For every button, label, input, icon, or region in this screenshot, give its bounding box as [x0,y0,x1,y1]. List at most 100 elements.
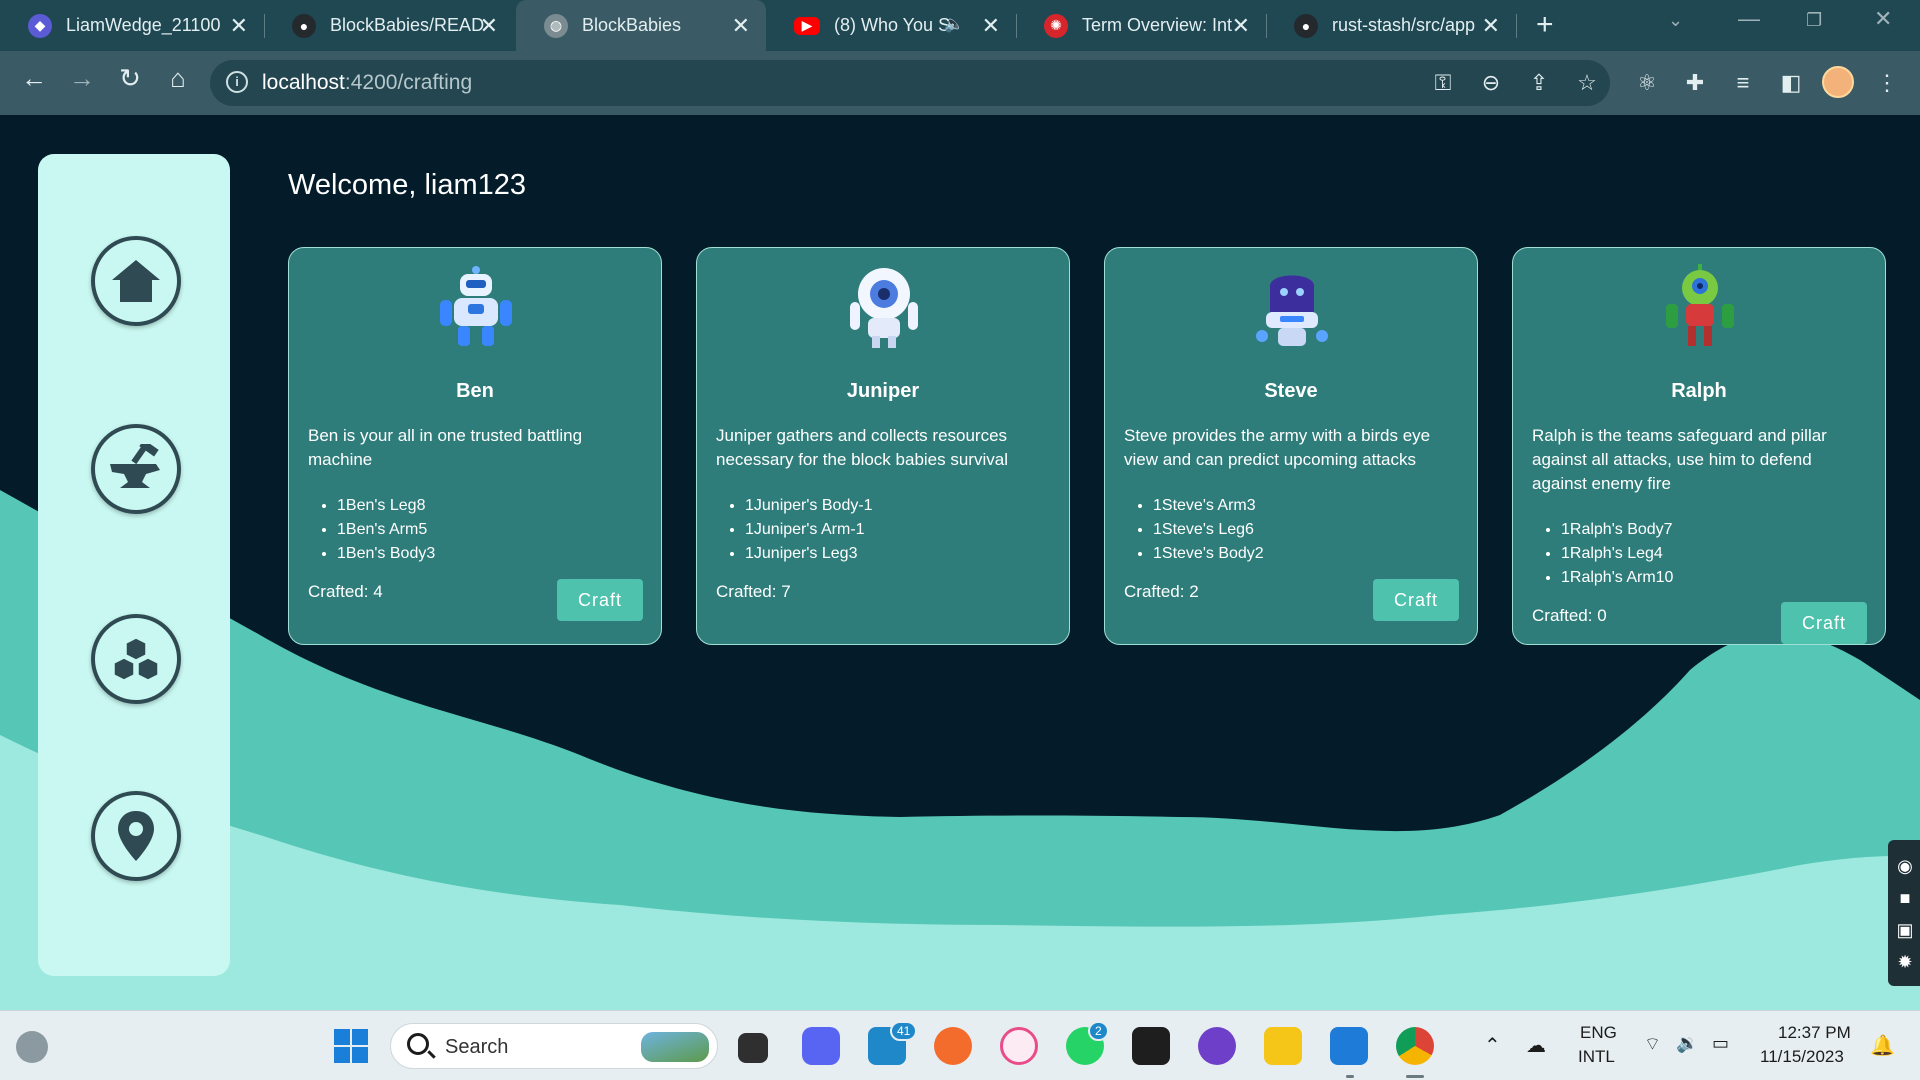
restore-button[interactable]: ❐ [1806,10,1822,31]
robot-card-juniper: Juniper Juniper gathers and collects res… [696,247,1070,645]
new-tab-button[interactable]: + [1536,8,1554,42]
language-top[interactable]: ENG [1580,1023,1617,1043]
address-bar[interactable]: i localhost:4200/crafting ⚿ ⊖ ⇪ ☆ [210,60,1610,106]
robot-description: Steve provides the army with a birds eye… [1124,426,1431,469]
camera-icon[interactable]: ◉ [1894,856,1916,878]
home-button[interactable]: ⌂ [158,63,198,94]
reload-button[interactable]: ↻ [110,63,150,94]
part-item: 1Steve's Arm3 [1153,494,1264,518]
key-icon[interactable]: ⚿ [1428,70,1458,96]
video-icon[interactable]: ■ [1894,888,1916,910]
github-icon: ● [1294,13,1318,38]
notification-icon[interactable]: 🔔 [1870,1033,1895,1058]
task-view-icon[interactable] [738,1033,768,1063]
taskbar-search[interactable]: Search [390,1023,718,1069]
github-icon: ● [292,13,316,38]
crafting-page: Welcome, liam123 Ben Ben is your all in … [0,115,1920,1010]
robot-description: Ben is your all in one trusted battling … [308,426,583,469]
part-item: 1Juniper's Body-1 [745,494,873,518]
clock-time[interactable]: 12:37 PM [1778,1023,1851,1043]
browser-tab[interactable]: ● rust-stash/src/app ✕ [1266,0,1516,51]
windows-taskbar: Search 41 2 ⌃ ☁ ENG INTL ⌔ 🔉 ▭ 12:37 PM … [0,1010,1920,1080]
app-icon: ◆ [28,13,52,38]
close-icon[interactable]: ✕ [1482,13,1500,39]
zoom-icon[interactable]: ⊖ [1476,70,1506,96]
gallery-icon[interactable]: ▣ [1894,920,1916,942]
github-desktop-icon[interactable] [1198,1027,1236,1065]
back-button[interactable]: ← [14,63,54,94]
blocks-icon[interactable] [91,614,181,704]
part-item: 1Ben's Leg8 [337,494,435,518]
robot-card-steve: Steve Steve provides the army with a bir… [1104,247,1478,645]
extensions-icon[interactable]: ✚ [1680,70,1710,96]
location-pin-icon[interactable] [91,791,181,881]
media-icon[interactable]: ≡ [1728,70,1758,96]
battery-icon[interactable]: ▭ [1712,1033,1729,1054]
youtube-icon: ▶ [794,16,820,35]
itunes-icon[interactable] [1000,1027,1038,1065]
close-icon[interactable]: ✕ [480,13,498,39]
robot-description: Ralph is the teams safeguard and pillar … [1532,426,1827,493]
part-item: 1Ben's Body3 [337,542,435,566]
close-icon[interactable]: ✕ [1232,13,1250,39]
browser-tab[interactable]: ▶ (8) Who You S 🔈 ✕ [766,0,1016,51]
craft-button[interactable]: Craft [1373,579,1459,621]
chevron-down-icon[interactable]: ⌄ [1668,10,1683,31]
robot-name: Juniper [846,380,920,402]
chrome-icon[interactable] [1396,1027,1434,1065]
start-icon[interactable] [334,1029,368,1063]
robot-ralph-icon [1666,264,1734,346]
profile-avatar[interactable] [1822,66,1854,98]
part-item: 1Ralph's Body7 [1561,518,1673,542]
close-icon[interactable]: ✕ [230,13,248,39]
forward-button[interactable]: → [62,63,102,94]
wifi-icon[interactable]: ⌔ [1644,1033,1661,1056]
close-icon[interactable]: ✕ [982,13,1000,39]
vscode-icon[interactable] [1330,1027,1368,1065]
minimize-button[interactable]: — [1738,6,1760,32]
craft-button[interactable]: Craft [1781,602,1867,644]
anvil-icon[interactable] [91,424,181,514]
welcome-heading: Welcome, liam123 [288,169,527,201]
volume-icon[interactable]: 🔉 [1676,1033,1698,1054]
chevron-up-icon[interactable]: ⌃ [1484,1033,1501,1058]
home-icon[interactable] [91,236,181,326]
globe-icon: ◍ [544,13,568,38]
browser-tab[interactable]: ◆ LiamWedge_21100 ✕ [0,0,264,51]
close-icon[interactable]: ✕ [732,13,750,39]
parts-list: 1Ben's Leg8 1Ben's Arm5 1Ben's Body3 [337,494,435,566]
running-indicator [1346,1075,1354,1078]
browser-tab[interactable]: ● BlockBabies/READ ✕ [264,0,514,51]
weather-icon[interactable] [16,1031,48,1063]
star-icon[interactable]: ☆ [1572,70,1602,96]
close-window-button[interactable]: ✕ [1874,6,1892,32]
info-icon[interactable]: i [226,71,248,93]
react-devtools-icon[interactable]: ⚛ [1632,70,1662,96]
sidebar [38,154,230,976]
craft-button[interactable]: Craft [557,579,643,621]
file-explorer-icon[interactable] [1264,1027,1302,1065]
parts-list: 1Ralph's Body7 1Ralph's Leg4 1Ralph's Ar… [1561,518,1673,590]
clock-date[interactable]: 11/15/2023 [1760,1047,1844,1067]
url-text: localhost:4200/crafting [262,71,473,94]
crafted-count: Crafted: 4 [308,582,383,601]
part-item: 1Juniper's Leg3 [745,542,873,566]
robot-steve-icon [1256,275,1328,346]
settings-icon[interactable]: ✹ [1894,952,1916,974]
figma-icon[interactable] [1132,1027,1170,1065]
robot-description: Juniper gathers and collects resources n… [716,426,1008,469]
browser-tab[interactable]: ✺ Term Overview: Int ✕ [1016,0,1266,51]
postman-icon[interactable] [934,1027,972,1065]
crafted-count: Crafted: 2 [1124,582,1199,601]
language-bottom[interactable]: INTL [1578,1047,1615,1067]
side-panel-icon[interactable]: ◧ [1776,70,1806,96]
speaker-icon[interactable]: 🔈 [944,14,964,34]
menu-icon[interactable]: ⋮ [1872,70,1902,96]
robot-ben-icon [440,266,512,346]
browser-tab-active[interactable]: ◍ BlockBabies ✕ [516,0,766,51]
teams-chat-icon[interactable] [802,1027,840,1065]
part-item: 1Ben's Arm5 [337,518,435,542]
share-icon[interactable]: ⇪ [1524,70,1554,96]
onedrive-icon[interactable]: ☁ [1526,1033,1546,1058]
robot-name: Ben [456,380,494,402]
